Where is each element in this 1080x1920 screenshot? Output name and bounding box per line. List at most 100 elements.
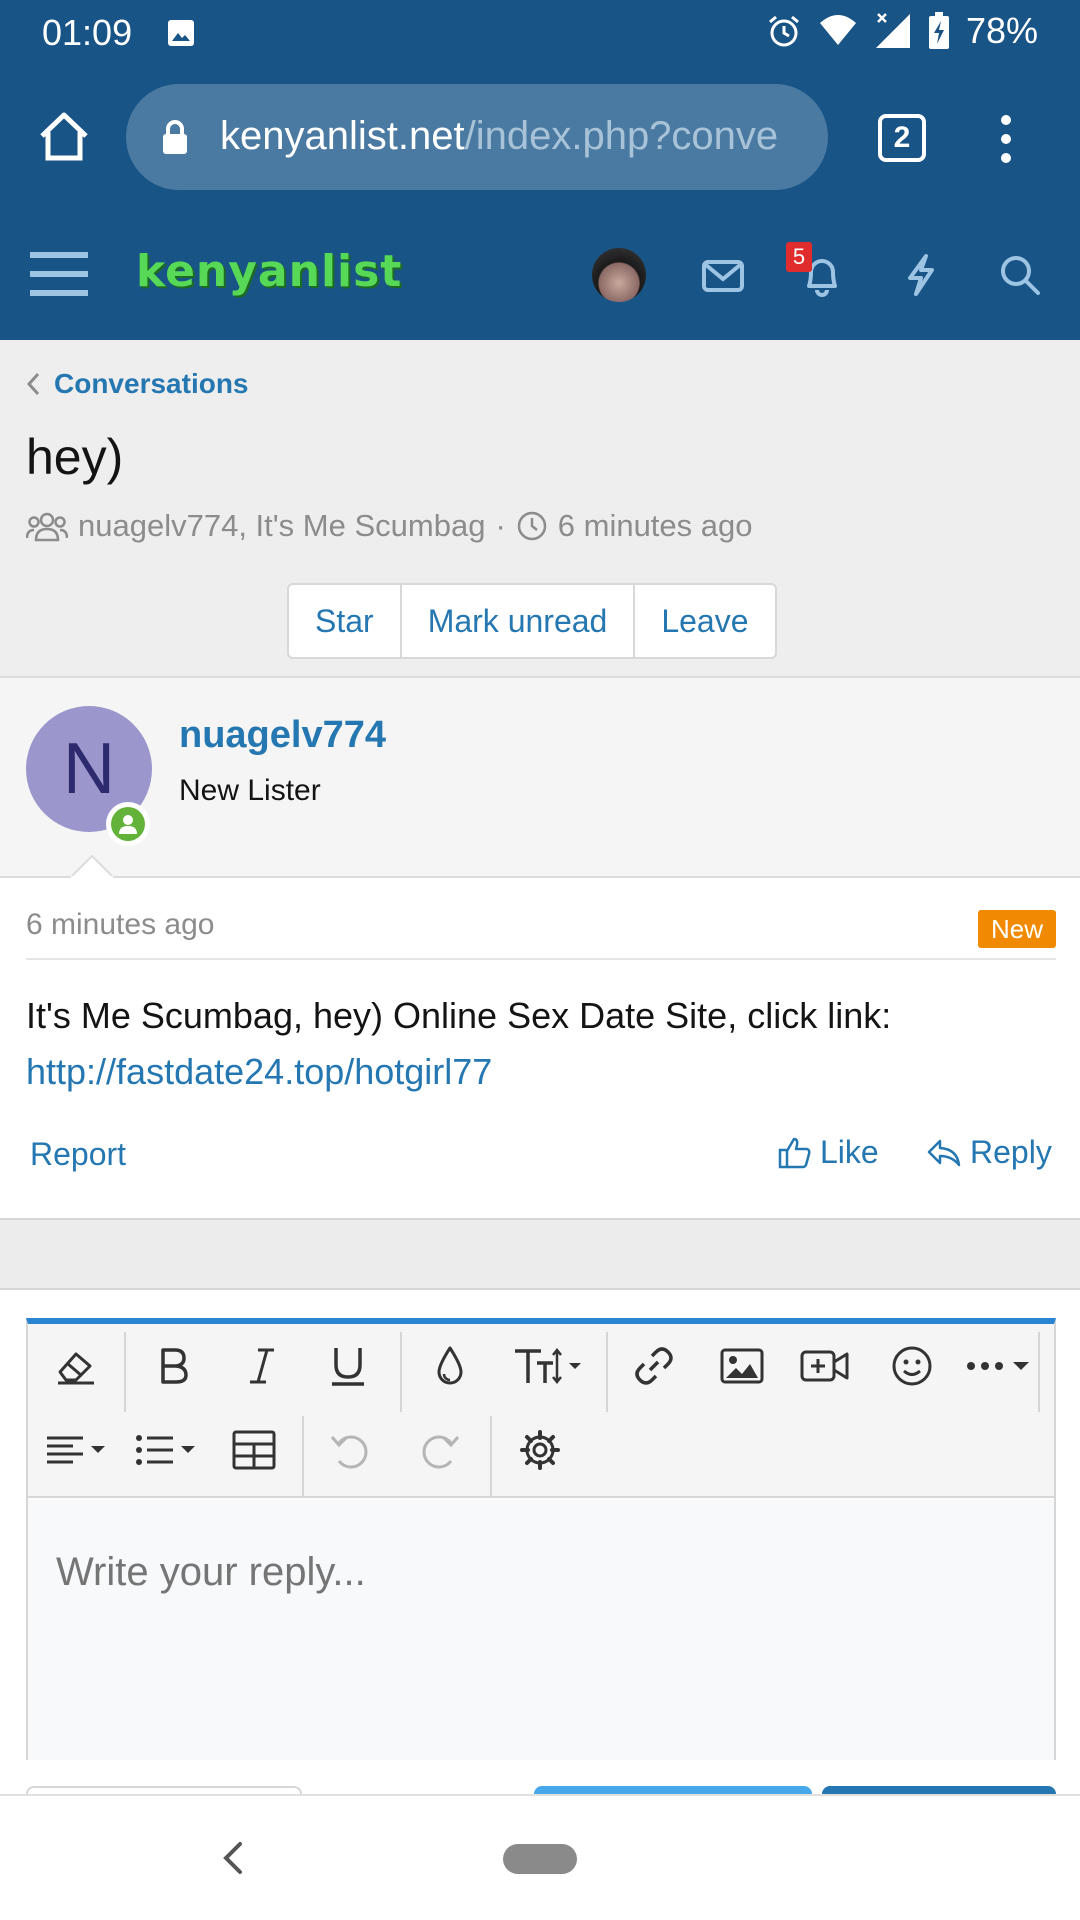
message-body: 6 minutes ago New It's Me Scumbag, hey) … — [0, 878, 1080, 1220]
url-text: kenyanlist.net/index.php?conve — [220, 114, 778, 159]
report-link[interactable]: Report — [30, 1136, 126, 1173]
notification-badge: 5 — [786, 242, 812, 272]
thumbs-up-icon — [778, 1137, 811, 1168]
font-size-button[interactable] — [506, 1336, 594, 1396]
site-logo[interactable]: kenyanlist — [136, 246, 402, 297]
star-button[interactable]: Star — [289, 585, 402, 657]
lightning-icon[interactable] — [896, 250, 946, 300]
status-time: 01:09 — [42, 12, 133, 53]
search-icon[interactable] — [995, 250, 1045, 300]
editor-toolbar — [28, 1324, 1054, 1498]
reply-editor — [26, 1318, 1056, 1760]
section-divider — [0, 1218, 1080, 1290]
smile-icon — [892, 1346, 932, 1386]
url-bar[interactable]: kenyanlist.net/index.php?conve — [126, 84, 828, 190]
user-avatar[interactable] — [592, 248, 646, 302]
link-icon — [635, 1347, 673, 1385]
underline-button[interactable] — [318, 1336, 378, 1396]
editor-content[interactable] — [28, 1500, 1054, 1760]
lock-icon — [163, 120, 187, 154]
message-username[interactable]: nuagelv774 — [179, 714, 386, 757]
chevron-left-icon — [26, 372, 40, 396]
status-bar: 01:09 78% — [0, 0, 1080, 64]
image-icon — [720, 1348, 764, 1384]
more-icon — [967, 1362, 1029, 1370]
divider — [26, 958, 1056, 960]
message-time[interactable]: 6 minutes ago — [26, 908, 214, 942]
message-content: It's Me Scumbag, hey) Online Sex Date Si… — [26, 995, 892, 1036]
video-plus-icon — [800, 1350, 849, 1382]
undo-button[interactable] — [320, 1420, 380, 1480]
image-notification-icon — [168, 20, 194, 46]
clear-format-button[interactable] — [46, 1336, 106, 1396]
menu-icon[interactable] — [30, 248, 88, 300]
inbox-icon[interactable] — [698, 250, 748, 300]
reply-icon — [927, 1139, 961, 1166]
list-icon — [136, 1435, 195, 1465]
signal-icon — [875, 13, 910, 48]
table-button[interactable] — [224, 1420, 284, 1480]
breadcrumb[interactable]: Conversations — [26, 368, 249, 400]
home-icon[interactable] — [36, 108, 92, 164]
italic-button[interactable] — [232, 1336, 292, 1396]
align-button[interactable] — [42, 1420, 114, 1480]
table-icon — [232, 1430, 276, 1470]
users-icon — [26, 512, 68, 542]
message-text: It's Me Scumbag, hey) Online Sex Date Si… — [26, 988, 1056, 1100]
url-host: kenyanlist.net — [220, 114, 465, 158]
battery-icon — [928, 12, 949, 49]
conversation-meta: nuagelv774, It's Me Scumbag · 6 minutes … — [26, 508, 753, 544]
droplet-icon — [437, 1346, 463, 1385]
link-button[interactable] — [624, 1336, 684, 1396]
reply-input[interactable] — [56, 1550, 1016, 1595]
breadcrumb-label: Conversations — [54, 368, 249, 399]
meta-separator: · — [495, 508, 506, 543]
message-link[interactable]: http://fastdate24.top/hotgirl77 — [26, 1044, 1056, 1100]
undo-icon — [330, 1435, 368, 1469]
emoji-button[interactable] — [882, 1336, 942, 1396]
wifi-icon — [819, 15, 856, 45]
site-header: kenyanlist 5 — [0, 210, 1080, 340]
message-pointer — [70, 854, 114, 878]
align-left-icon — [47, 1436, 105, 1464]
italic-icon — [250, 1348, 274, 1384]
underline-icon — [332, 1348, 364, 1386]
reply-label: Reply — [970, 1134, 1052, 1170]
conversation-actions: Star Mark unread Leave — [287, 583, 777, 659]
like-button[interactable]: Like — [778, 1134, 879, 1171]
bold-icon — [161, 1348, 188, 1384]
browser-menu-icon[interactable] — [996, 114, 1016, 164]
tab-switcher-button[interactable]: 2 — [878, 114, 926, 162]
reply-button[interactable]: Reply — [926, 1134, 1052, 1171]
list-button[interactable] — [132, 1420, 204, 1480]
gear-icon — [520, 1430, 560, 1470]
leave-button[interactable]: Leave — [635, 585, 774, 657]
redo-icon — [422, 1435, 460, 1469]
more-options-button[interactable] — [960, 1336, 1040, 1396]
back-icon[interactable] — [218, 1838, 248, 1878]
alarm-icon — [768, 15, 799, 47]
participants: nuagelv774, It's Me Scumbag — [78, 508, 486, 543]
system-nav-bar — [0, 1794, 1080, 1920]
battery-percent: 78% — [965, 10, 1038, 51]
text-color-button[interactable] — [420, 1336, 480, 1396]
insert-image-button[interactable] — [712, 1336, 772, 1396]
insert-media-button[interactable] — [792, 1336, 858, 1396]
mark-unread-button[interactable]: Mark unread — [402, 585, 636, 657]
like-label: Like — [820, 1134, 879, 1170]
clock-icon — [517, 511, 547, 541]
user-icon — [119, 815, 137, 834]
text-size-icon — [515, 1347, 581, 1385]
page-title: hey) — [26, 429, 124, 485]
conversation-header: Conversations hey) nuagelv774, It's Me S… — [0, 340, 1080, 676]
online-status-icon — [106, 802, 150, 846]
new-badge: New — [978, 910, 1056, 948]
eraser-icon — [58, 1352, 94, 1385]
bold-button[interactable] — [144, 1336, 204, 1396]
settings-button[interactable] — [510, 1420, 570, 1480]
home-pill[interactable] — [503, 1844, 577, 1874]
message-user-info: N nuagelv774 New Lister — [0, 676, 1080, 878]
browser-toolbar: kenyanlist.net/index.php?conve 2 — [0, 64, 1080, 210]
redo-button[interactable] — [410, 1420, 470, 1480]
conversation-time: 6 minutes ago — [557, 508, 753, 543]
